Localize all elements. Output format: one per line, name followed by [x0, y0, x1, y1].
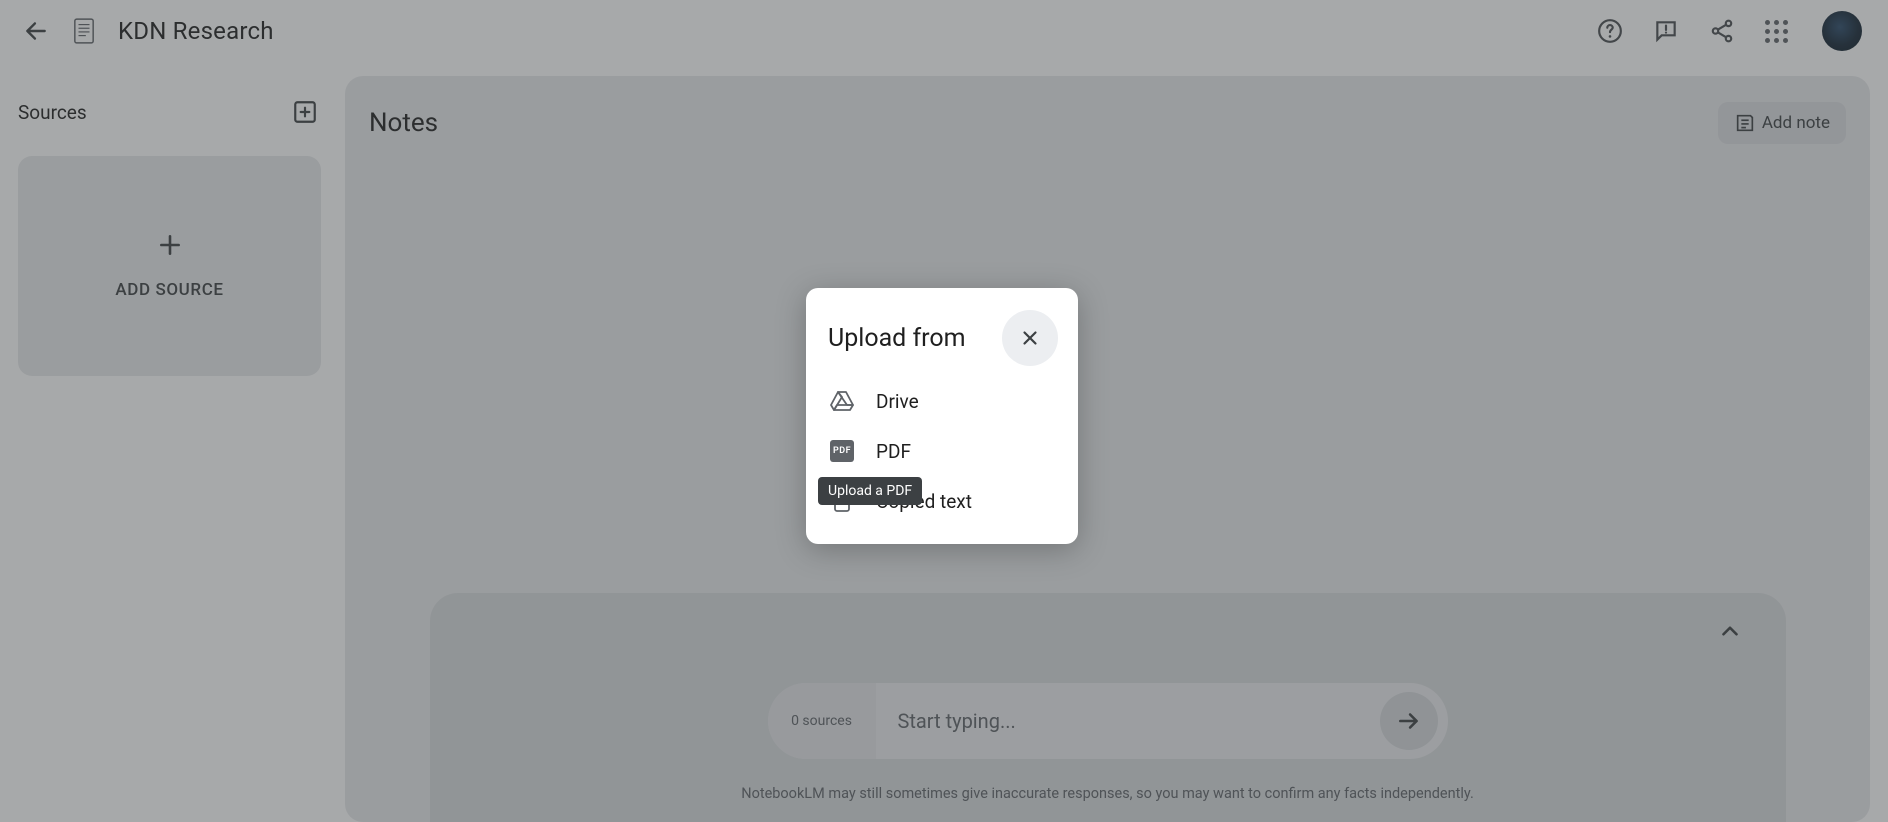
tooltip-upload-pdf: Upload a PDF	[818, 477, 922, 505]
upload-option-drive-label: Drive	[876, 390, 919, 413]
drive-icon	[830, 390, 854, 412]
upload-option-drive[interactable]: Drive	[828, 376, 1058, 426]
dialog-title: Upload from	[828, 324, 966, 353]
dialog-close-button[interactable]	[1002, 310, 1058, 366]
close-icon	[1019, 327, 1041, 349]
upload-option-pdf[interactable]: PDF PDF	[828, 426, 1058, 476]
pdf-icon: PDF	[830, 440, 854, 462]
upload-from-dialog: Upload from Drive PDF PDF Copied text	[806, 288, 1078, 544]
upload-option-pdf-label: PDF	[876, 440, 911, 463]
